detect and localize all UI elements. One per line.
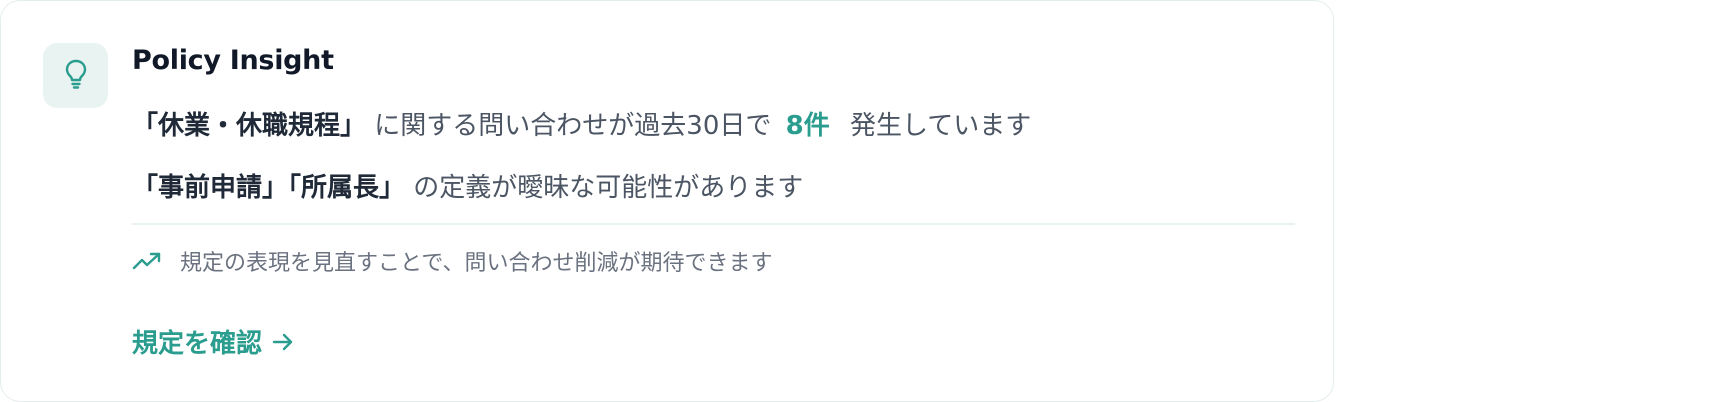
ambiguous-terms: 「事前申請」「所属長」 <box>132 173 406 203</box>
review-policy-link[interactable]: 規定を確認 <box>132 323 294 360</box>
arrow-right-icon <box>272 333 294 351</box>
tip-row: 規定の表現を見直すことで、問い合わせ削減が期待できます <box>132 245 772 277</box>
review-policy-label: 規定を確認 <box>132 329 263 359</box>
ambiguity-note: 「事前申請」「所属長」 の定義が曖昧な可能性があります <box>132 167 803 204</box>
icon-tile <box>43 43 108 108</box>
inquiry-suffix-text: 発生しています <box>850 111 1032 141</box>
divider <box>132 223 1295 225</box>
inquiry-prefix-text: に関する問い合わせが過去30日で <box>374 111 772 141</box>
card-title: Policy Insight <box>132 45 334 76</box>
tip-text: 規定の表現を見直すことで、問い合わせ削減が期待できます <box>180 251 773 276</box>
inquiry-summary: 「休業・休職規程」 に関する問い合わせが過去30日で 8件 発生しています <box>132 105 1031 142</box>
policy-insight-card: Policy Insight 「休業・休職規程」 に関する問い合わせが過去30日… <box>0 0 1334 402</box>
ambiguity-text: の定義が曖昧な可能性があります <box>413 173 804 203</box>
policy-name: 「休業・休職規程」 <box>132 111 367 141</box>
inquiry-count: 8件 <box>785 111 830 141</box>
lightbulb-icon <box>63 58 89 94</box>
trending-up-icon <box>132 250 164 272</box>
